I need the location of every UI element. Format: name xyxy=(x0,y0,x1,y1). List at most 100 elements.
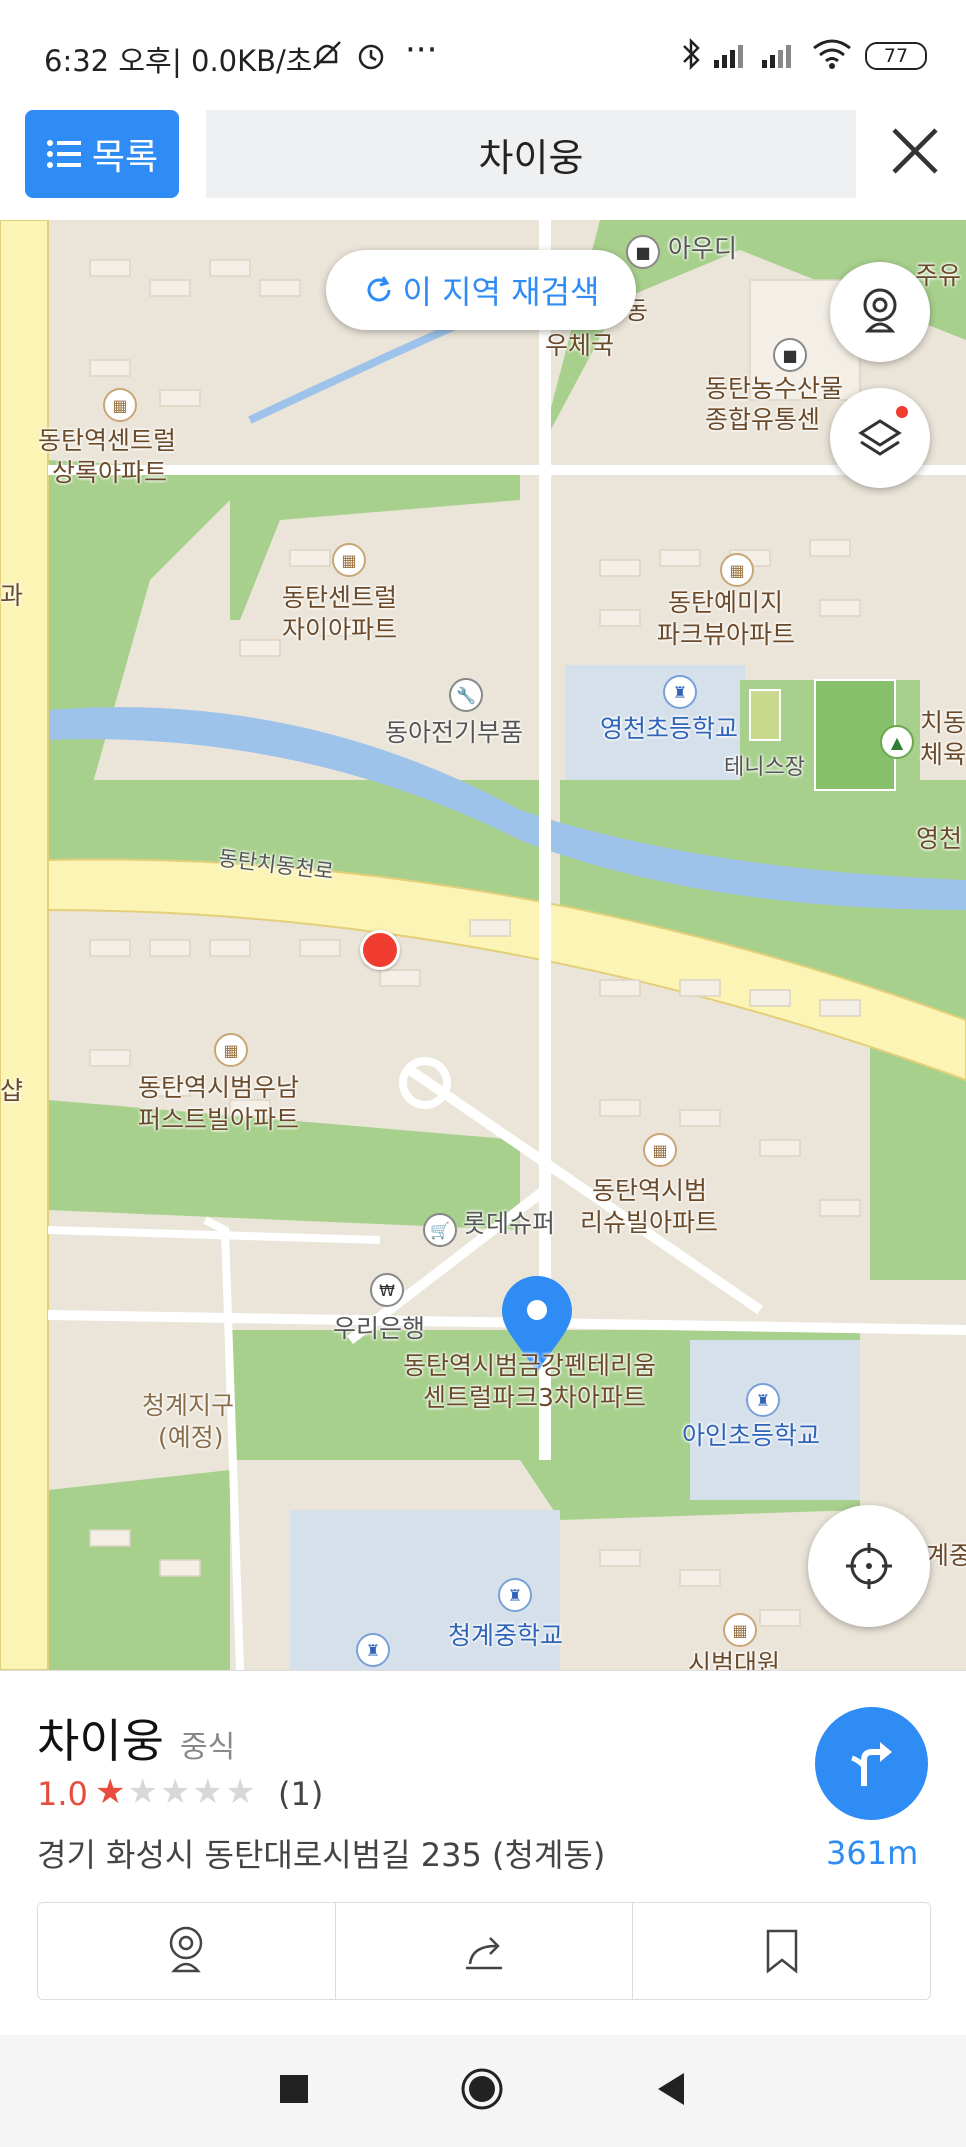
map-label-chidong-1: 치동 xyxy=(920,708,966,737)
map-label-audi: 아우디 xyxy=(668,234,738,263)
street-view-icon xyxy=(863,288,897,333)
star-empty-icon: ★ xyxy=(224,1772,258,1812)
school-marker-icon[interactable]: ♜ xyxy=(356,1633,390,1667)
map-label-woonam-2: 퍼스트빌아파트 xyxy=(138,1105,300,1134)
apartment-marker-icon[interactable]: ▦ xyxy=(723,1613,757,1647)
rating-value: 1.0 xyxy=(37,1775,88,1813)
research-area-button[interactable]: 이 지역 재검색 xyxy=(326,250,636,330)
signal-icon-2 xyxy=(760,40,800,74)
signal-icon xyxy=(712,40,752,74)
apartment-marker-icon[interactable]: ▦ xyxy=(332,543,366,577)
back-button[interactable] xyxy=(654,2071,688,2111)
nonghyup-marker-icon[interactable]: ■ xyxy=(773,338,807,372)
recents-button[interactable] xyxy=(278,2073,310,2109)
my-location-icon xyxy=(846,1543,892,1589)
status-time: 6:32 오후 xyxy=(44,44,172,78)
square-icon xyxy=(280,2075,308,2103)
wrench-marker-icon[interactable]: 🔧 xyxy=(449,678,483,712)
search-input[interactable]: 차이웅 xyxy=(206,110,856,198)
apartment-marker-icon[interactable]: ▦ xyxy=(214,1033,248,1067)
list-button-label: 목록 xyxy=(91,137,159,178)
audi-marker-icon[interactable]: ■ xyxy=(626,235,660,269)
star-filled-icon: ★ xyxy=(95,1772,128,1812)
layers-icon xyxy=(858,419,902,456)
bookmark-button[interactable] xyxy=(633,1903,930,1999)
share-button[interactable] xyxy=(336,1903,634,1999)
map-label-geumgang-1: 동탄역시범금강펜테리움 xyxy=(403,1351,657,1380)
research-area-label: 이 지역 재검색 xyxy=(402,273,600,311)
list-icon xyxy=(46,140,81,168)
map-label-electric: 동아전기부품 xyxy=(385,718,524,747)
map-view[interactable]: ■ ■ ▦ ▦ ▦ 🔧 ♜ ▲ ▦ ▦ 🛒 ₩ ♜ ♜ ♜ ▦ 아우디 동 우체… xyxy=(0,220,966,1670)
share-icon xyxy=(466,1937,502,1970)
map-label-central-xi-1: 동탄센트럴 xyxy=(282,583,398,612)
map-label-nonghyup-1: 동탄농수산물 xyxy=(705,374,844,403)
distance-label: 361m xyxy=(826,1834,919,1872)
system-nav-bar xyxy=(0,2035,966,2147)
map-label-yeongcheon-es: 영천초등학교 xyxy=(600,714,739,743)
apartment-marker-icon[interactable]: ▦ xyxy=(720,553,754,587)
my-location-button[interactable] xyxy=(808,1505,930,1627)
map-label-post: 우체국 xyxy=(545,331,615,360)
apartment-marker-icon[interactable]: ▦ xyxy=(103,388,137,422)
map-label-gye: 계중 xyxy=(926,1541,966,1570)
alarm-icon xyxy=(354,38,388,76)
star-empty-icon: ★ xyxy=(192,1772,225,1812)
refresh-icon xyxy=(367,276,390,302)
place-name[interactable]: 차이웅 xyxy=(37,1705,164,1771)
map-label-sibeom: 시범대원 xyxy=(688,1649,781,1670)
route-button[interactable] xyxy=(815,1707,928,1820)
close-icon xyxy=(892,128,938,174)
star-empty-icon: ★ xyxy=(159,1772,193,1812)
map-label-woori: 우리은행 xyxy=(333,1314,426,1343)
map-label-ain-es: 아인초등학교 xyxy=(682,1421,821,1450)
map-label-syap: 샵 xyxy=(0,1076,24,1105)
wifi-icon xyxy=(812,38,852,74)
map-label-cheonggye-1: 청계지구 xyxy=(142,1391,235,1420)
school-marker-icon[interactable]: ♜ xyxy=(663,675,697,709)
map-label-geumgang-2: 센트럴파크3차아파트 xyxy=(423,1383,646,1412)
rating-stars: ★★★★★ xyxy=(95,1772,257,1812)
map-label-yemiji-2: 파크뷰아파트 xyxy=(657,620,796,649)
home-circle-icon xyxy=(461,2068,503,2110)
bank-marker-icon[interactable]: ₩ xyxy=(370,1273,404,1307)
street-view-icon xyxy=(170,1926,203,1973)
map-label-central-sr-1: 동탄역센트럴 xyxy=(38,426,177,455)
map-label-woonam-1: 동탄역시범우남 xyxy=(138,1073,300,1102)
mute-icon xyxy=(310,38,344,76)
home-button[interactable] xyxy=(460,2067,504,2115)
battery-level: 77 xyxy=(883,45,909,67)
red-dot-marker-icon[interactable] xyxy=(360,930,400,970)
school-marker-icon[interactable]: ♜ xyxy=(498,1578,532,1612)
status-bar: 6:32 오후 | 0.0KB/초 ··· 77 xyxy=(0,0,966,105)
park-area xyxy=(870,1040,966,1280)
map-label-tennis: 테니스장 xyxy=(724,755,805,780)
battery-indicator: 77 xyxy=(865,42,927,70)
map-label-central-xi-2: 자이아파트 xyxy=(282,615,398,644)
layers-notification-dot xyxy=(896,406,908,418)
school-marker-icon[interactable]: ♜ xyxy=(746,1383,780,1417)
place-address: 경기 화성시 동탄대로시범길 235 (청계동) xyxy=(37,1836,606,1874)
tree-marker-icon[interactable]: ▲ xyxy=(880,725,914,759)
back-triangle-icon xyxy=(658,2073,684,2105)
map-label-rishu-2: 리슈빌아파트 xyxy=(580,1208,719,1237)
map-label-gwa: 과 xyxy=(0,581,24,610)
map-label-cheonggye-2: (예정) xyxy=(158,1423,224,1452)
map-label-chidong-2: 체육 xyxy=(920,740,966,769)
list-button[interactable]: 목록 xyxy=(25,110,179,198)
close-button[interactable] xyxy=(880,116,950,186)
cart-marker-icon[interactable]: 🛒 xyxy=(423,1213,457,1247)
street-view-button[interactable] xyxy=(830,262,930,362)
more-icon: ··· xyxy=(405,30,438,70)
map-label-central-sr-2: 상록아파트 xyxy=(52,458,168,487)
map-label-nonghyup-2: 종합유통센 xyxy=(705,405,821,434)
search-text: 차이웅 xyxy=(478,135,584,180)
map-label-rishu-1: 동탄역시범 xyxy=(592,1176,708,1205)
bookmark-icon xyxy=(766,1929,797,1974)
apartment-marker-icon[interactable]: ▦ xyxy=(643,1133,677,1167)
review-count[interactable]: (1) xyxy=(278,1775,323,1813)
map-label-yemiji-1: 동탄예미지 xyxy=(668,588,784,617)
layers-button[interactable] xyxy=(830,388,930,488)
street-view-action-button[interactable] xyxy=(38,1903,336,1999)
place-category: 중식 xyxy=(180,1730,236,1765)
